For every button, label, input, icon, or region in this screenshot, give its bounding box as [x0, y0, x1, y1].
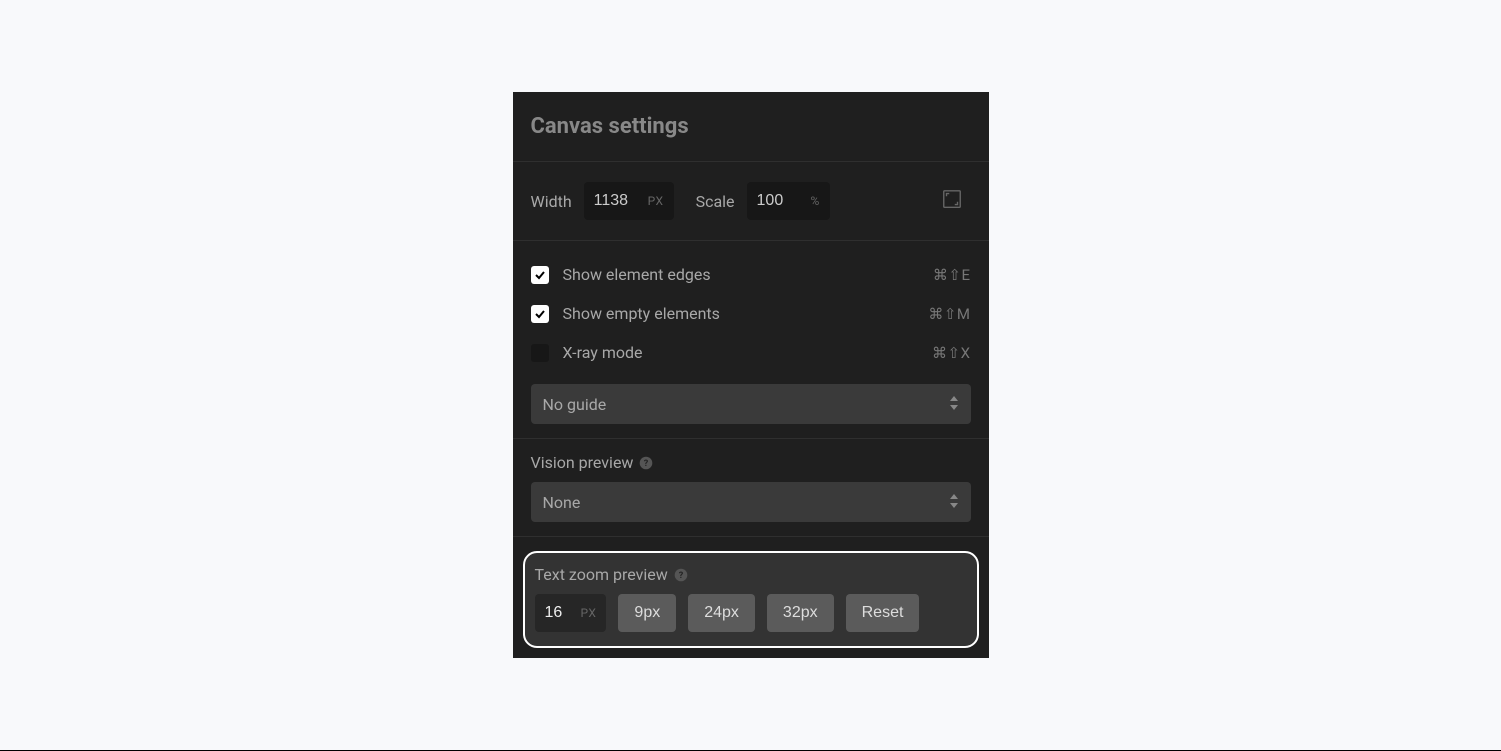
text-zoom-input[interactable]: [545, 604, 575, 622]
select-value: No guide: [543, 395, 607, 414]
toggle-label: Show empty elements: [563, 304, 929, 323]
sort-icon: [949, 395, 959, 414]
zoom-preset-24px[interactable]: 24px: [688, 594, 755, 632]
vision-preview-select[interactable]: None: [531, 482, 971, 522]
text-zoom-section: Text zoom preview ? PX 9px 24px 32px Res…: [523, 551, 979, 648]
width-input-wrap[interactable]: PX: [584, 182, 674, 220]
toggle-xray[interactable]: X-ray mode ⌘⇧X: [531, 333, 971, 372]
guide-select[interactable]: No guide: [531, 384, 971, 424]
help-icon[interactable]: ?: [639, 456, 653, 470]
vision-preview-label: Vision preview: [531, 453, 634, 472]
select-value: None: [543, 493, 581, 512]
text-zoom-unit: PX: [581, 606, 597, 620]
scale-input[interactable]: [757, 192, 805, 210]
checkbox-icon: [531, 266, 549, 284]
text-zoom-input-wrap[interactable]: PX: [535, 594, 607, 632]
help-icon[interactable]: ?: [674, 568, 688, 582]
width-label: Width: [531, 192, 572, 211]
zoom-preset-9px[interactable]: 9px: [618, 594, 676, 632]
scale-label: Scale: [696, 192, 735, 211]
toggle-label: X-ray mode: [563, 343, 933, 362]
shortcut-text: ⌘⇧X: [932, 344, 970, 362]
width-input[interactable]: [594, 192, 642, 210]
svg-text:?: ?: [679, 571, 684, 581]
checkbox-icon: [531, 344, 549, 362]
toggle-show-empty[interactable]: Show empty elements ⌘⇧M: [531, 294, 971, 333]
text-zoom-label: Text zoom preview: [535, 565, 668, 584]
toggle-show-edges[interactable]: Show element edges ⌘⇧E: [531, 255, 971, 294]
checkbox-icon: [531, 305, 549, 323]
svg-text:?: ?: [644, 459, 649, 469]
zoom-reset-button[interactable]: Reset: [846, 594, 920, 632]
shortcut-text: ⌘⇧M: [928, 305, 970, 323]
toggle-label: Show element edges: [563, 265, 933, 284]
sort-icon: [949, 493, 959, 512]
scale-input-wrap[interactable]: %: [747, 182, 830, 220]
fit-to-screen-button[interactable]: [933, 182, 971, 220]
shortcut-text: ⌘⇧E: [933, 266, 971, 284]
canvas-settings-panel: Canvas settings Width PX Scale %: [513, 92, 989, 658]
panel-title: Canvas settings: [513, 92, 989, 162]
width-unit: PX: [648, 194, 664, 208]
fullscreen-icon: [941, 188, 963, 214]
scale-unit: %: [811, 194, 820, 208]
zoom-preset-32px[interactable]: 32px: [767, 594, 834, 632]
